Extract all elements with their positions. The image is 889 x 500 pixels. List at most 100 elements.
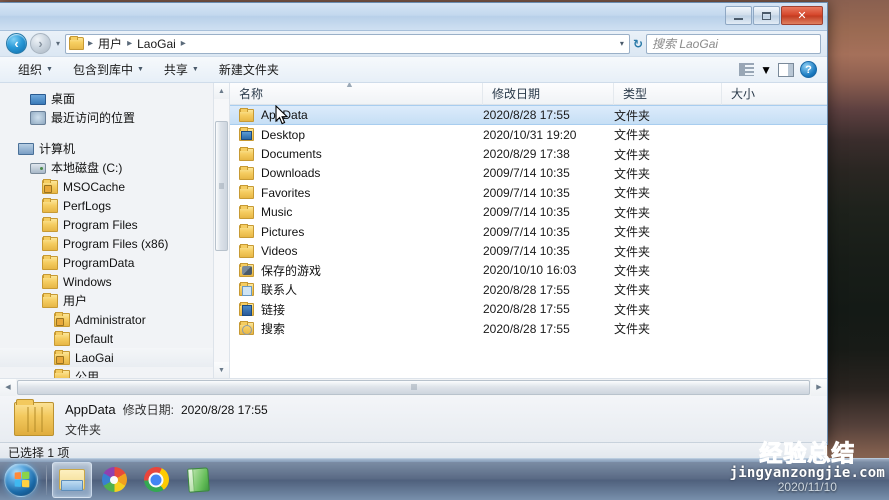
address-dropdown-icon[interactable]: ▾ [620,39,624,48]
table-row[interactable]: Pictures2009/7/14 10:35文件夹 [230,222,827,241]
horizontal-scroll-thumb[interactable] [17,380,810,395]
scroll-up-icon[interactable]: ▲ [214,83,229,99]
folder-links-icon [239,303,254,316]
chrome-icon [144,467,169,492]
sidebar-item-[interactable]: 桌面 [0,89,229,108]
table-row[interactable]: Music2009/7/14 10:35文件夹 [230,203,827,222]
cell-name: Downloads [230,166,483,180]
breadcrumb-sep: ▸ [180,38,187,49]
navigation-scrollbar[interactable]: ▲ ▼ [213,83,229,378]
folder-icon [239,167,254,180]
new-folder-button[interactable]: 新建文件夹 [209,59,289,81]
sidebar-item-[interactable]: 计算机 [0,139,229,158]
table-row[interactable]: Desktop 2020/10/31 19:20文件夹 [230,125,827,144]
taskbar-item-explorer[interactable] [52,462,92,498]
cell-type: 文件夹 [614,320,722,337]
taskbar-item-notes[interactable] [178,462,218,498]
cell-date: 2020/10/31 19:20 [483,128,614,142]
table-row[interactable]: Videos2009/7/14 10:35文件夹 [230,241,827,260]
window-titlebar[interactable]: ✕ [0,3,827,31]
table-row[interactable]: 保存的游戏2020/10/10 16:03文件夹 [230,261,827,280]
include-in-library-button[interactable]: 包含到库中 ▼ [63,59,154,81]
sidebar-item-administrator[interactable]: Administrator [0,310,229,329]
table-row[interactable]: Favorites2009/7/14 10:35文件夹 [230,183,827,202]
column-header-type[interactable]: 类型 [614,83,722,105]
column-headers: 名称 修改日期 类型 大小 ▲ [230,83,827,105]
horizontal-scrollbar[interactable]: ◀ ▶ [0,378,827,395]
sidebar-item-programdata[interactable]: ProgramData [0,253,229,272]
share-button[interactable]: 共享 ▼ [154,59,209,81]
column-header-date[interactable]: 修改日期 [483,83,614,105]
table-row[interactable]: 链接2020/8/28 17:55文件夹 [230,300,827,319]
details-item-name: AppData [65,402,116,417]
folder-icon [239,186,254,199]
preview-pane-icon[interactable] [778,63,794,77]
sidebar-item-msocache[interactable]: MSOCache [0,177,229,196]
view-options-icon[interactable] [739,63,754,76]
folder-desktop-icon [239,128,254,141]
folder-icon [239,206,254,219]
sidebar-item-label: 桌面 [51,90,75,107]
table-row[interactable]: Documents2020/8/29 17:38文件夹 [230,144,827,163]
scroll-left-icon[interactable]: ◀ [0,379,16,396]
sidebar-item-default[interactable]: Default [0,329,229,348]
help-icon[interactable]: ? [800,61,817,78]
cell-type: 文件夹 [614,126,722,143]
folder-locked-icon [54,351,70,365]
file-name: Videos [261,244,297,258]
recent-places-icon [30,111,46,125]
column-header-size[interactable]: 大小 [722,83,822,105]
share-label: 共享 [164,61,188,78]
back-button[interactable]: ‹ [6,33,27,54]
breadcrumb-item-users[interactable]: 用户 [97,35,123,52]
table-row[interactable]: AppData2020/8/28 17:55文件夹 [230,105,827,125]
folder-icon [42,237,58,251]
file-name: Documents [261,147,322,161]
cell-date: 2020/8/28 17:55 [483,283,614,297]
sidebar-item-[interactable]: 公用 [0,367,229,378]
column-header-name[interactable]: 名称 [230,83,483,105]
sidebar-item-perflogs[interactable]: PerfLogs [0,196,229,215]
search-box[interactable]: 搜索 LaoGai [646,34,821,54]
cell-name: 搜索 [230,320,483,337]
sidebar-item-label: Windows [63,275,112,289]
sidebar-item-laogai[interactable]: LaoGai [0,348,229,367]
navigation-scroll-thumb[interactable] [215,121,228,251]
sidebar-item-c[interactable]: 本地磁盘 (C:) [0,158,229,177]
breadcrumb-item-laogai[interactable]: LaoGai [136,37,177,51]
sidebar-item-program-files[interactable]: Program Files [0,215,229,234]
start-button[interactable] [4,463,38,497]
table-row[interactable]: 搜索2020/8/28 17:55文件夹 [230,319,827,338]
breadcrumb-sep: ▸ [87,38,94,49]
scroll-down-icon[interactable]: ▼ [214,362,229,378]
sidebar-item-label: LaoGai [75,351,114,365]
file-name: Desktop [261,128,305,142]
sidebar-item-[interactable]: 最近访问的位置 [0,108,229,127]
breadcrumb-sep: ▸ [126,38,133,49]
address-bar[interactable]: ▸ 用户 ▸ LaoGai ▸ ▾ [65,34,630,54]
organize-button[interactable]: 组织 ▼ [8,59,63,81]
table-row[interactable]: 联系人2020/8/28 17:55文件夹 [230,280,827,299]
refresh-icon[interactable]: ↻ [633,37,643,51]
sidebar-item-[interactable]: 用户 [0,291,229,310]
taskbar-item-pinwheel-browser[interactable] [94,462,134,498]
scroll-right-icon[interactable]: ▶ [811,379,827,396]
close-button[interactable]: ✕ [781,6,823,25]
horizontal-scroll-track[interactable] [16,379,811,396]
folder-icon [239,245,254,258]
folder-icon [42,256,58,270]
sidebar-item-program-files-x86[interactable]: Program Files (x86) [0,234,229,253]
forward-button[interactable]: › [30,33,51,54]
sidebar-item-label: 本地磁盘 (C:) [51,159,122,176]
taskbar-item-chrome[interactable] [136,462,176,498]
file-name: Pictures [261,225,304,239]
sidebar-item-label: 公用 [75,368,99,378]
nav-tree-spacer [0,127,229,139]
sidebar-item-windows[interactable]: Windows [0,272,229,291]
history-dropdown-icon[interactable]: ▾ [54,39,62,48]
chevron-down-icon[interactable]: ▼ [760,63,772,77]
minimize-button[interactable] [725,6,752,25]
table-row[interactable]: Downloads2009/7/14 10:35文件夹 [230,164,827,183]
cell-type: 文件夹 [614,243,722,260]
maximize-button[interactable] [753,6,780,25]
